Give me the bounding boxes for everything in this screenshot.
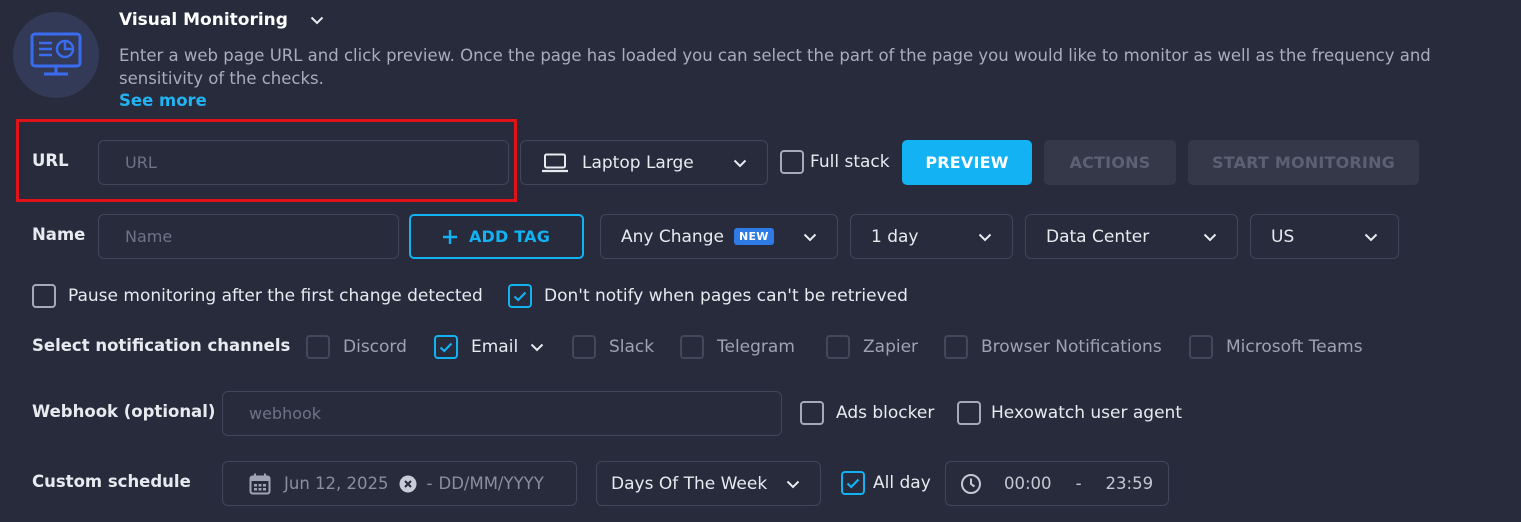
check-icon <box>513 291 527 302</box>
source-select[interactable]: Data Center <box>1025 214 1238 259</box>
chevron-down-icon <box>1364 227 1378 247</box>
clear-date-icon[interactable] <box>399 475 417 493</box>
actions-button[interactable]: ACTIONS <box>1044 140 1176 185</box>
page-title: Visual Monitoring <box>119 10 288 30</box>
full-stack-checkbox-box[interactable] <box>780 150 804 174</box>
channel-microsoft-teams-label: Microsoft Teams <box>1226 337 1363 357</box>
custom-schedule-label: Custom schedule <box>32 472 191 491</box>
channel-browser-notifications-checkbox[interactable] <box>944 335 968 359</box>
region-value: US <box>1271 226 1295 247</box>
channel-browser-notifications[interactable]: Browser Notifications <box>944 335 1162 359</box>
name-label: Name <box>32 225 86 244</box>
time-separator: - <box>1075 474 1082 493</box>
check-icon <box>846 478 860 489</box>
date-range-picker[interactable]: Jun 12, 2025 - DD/MM/YYYY <box>222 461 577 506</box>
days-mode-value: Days Of The Week <box>611 473 768 494</box>
full-stack-checkbox[interactable]: Full stack <box>780 150 890 174</box>
user-agent-label: Hexowatch user agent <box>991 403 1182 423</box>
visual-monitoring-logo <box>13 12 99 98</box>
chevron-down-icon[interactable] <box>530 343 544 352</box>
full-stack-label: Full stack <box>810 152 890 172</box>
preview-button[interactable]: PREVIEW <box>902 140 1032 185</box>
dont-notify-checkbox[interactable] <box>508 284 532 308</box>
start-monitoring-button[interactable]: START MONITORING <box>1188 140 1419 185</box>
channel-slack[interactable]: Slack <box>572 335 654 359</box>
start-date-value[interactable]: Jun 12, 2025 <box>284 474 389 493</box>
check-icon <box>439 342 453 353</box>
chevron-down-icon <box>733 153 747 173</box>
ads-blocker-checkbox[interactable] <box>800 401 824 425</box>
channel-email-label: Email <box>471 337 519 357</box>
channel-zapier-checkbox[interactable] <box>826 335 850 359</box>
ads-blocker-label: Ads blocker <box>836 403 935 423</box>
channel-discord-label: Discord <box>343 337 407 357</box>
time-range-picker[interactable]: 00:00 - 23:59 <box>945 461 1169 506</box>
monitor-chart-icon <box>30 32 82 76</box>
all-day-label: All day <box>873 473 931 493</box>
source-value: Data Center <box>1046 226 1150 247</box>
plus-icon <box>442 229 457 244</box>
clock-icon <box>960 473 982 495</box>
channel-zapier-label: Zapier <box>863 337 919 357</box>
device-value: Laptop Large <box>582 152 694 173</box>
change-type-value: Any Change <box>621 226 724 247</box>
tool-selector[interactable]: Visual Monitoring <box>119 9 324 31</box>
days-mode-select[interactable]: Days Of The Week <box>596 461 821 506</box>
date-separator: - <box>426 474 433 493</box>
channel-microsoft-teams[interactable]: Microsoft Teams <box>1189 335 1363 359</box>
page-description: Enter a web page URL and click preview. … <box>119 46 1431 88</box>
channel-telegram[interactable]: Telegram <box>680 335 795 359</box>
webhook-input[interactable] <box>222 391 782 436</box>
dont-notify-label: Don't notify when pages can't be retriev… <box>544 286 908 306</box>
time-start-value[interactable]: 00:00 <box>1004 474 1052 493</box>
new-badge: NEW <box>733 228 774 245</box>
channel-discord-checkbox[interactable] <box>306 335 330 359</box>
user-agent-option[interactable]: Hexowatch user agent <box>957 401 1182 425</box>
laptop-icon <box>541 153 569 173</box>
pause-monitoring-label: Pause monitoring after the first change … <box>68 286 483 306</box>
name-input[interactable] <box>98 214 399 259</box>
calendar-icon <box>249 473 271 495</box>
change-type-select[interactable]: Any Change NEW <box>600 214 838 259</box>
frequency-value: 1 day <box>871 226 919 247</box>
chevron-down-icon <box>978 227 992 247</box>
channel-discord[interactable]: Discord <box>306 335 407 359</box>
end-date-placeholder[interactable]: DD/MM/YYYY <box>438 474 543 493</box>
region-select[interactable]: US <box>1250 214 1399 259</box>
pause-monitoring-checkbox[interactable] <box>32 284 56 308</box>
webhook-label: Webhook (optional) <box>32 402 216 421</box>
all-day-option[interactable]: All day <box>841 471 931 495</box>
all-day-checkbox[interactable] <box>841 471 865 495</box>
add-tag-button[interactable]: ADD TAG <box>409 214 584 259</box>
chevron-down-icon <box>803 227 817 247</box>
time-end-value[interactable]: 23:59 <box>1106 474 1154 493</box>
ads-blocker-option[interactable]: Ads blocker <box>800 401 934 425</box>
channel-slack-label: Slack <box>609 337 655 357</box>
channel-telegram-checkbox[interactable] <box>680 335 704 359</box>
chevron-down-icon <box>1203 227 1217 247</box>
channel-browser-notifications-label: Browser Notifications <box>981 337 1162 357</box>
channel-email-checkbox[interactable] <box>434 335 458 359</box>
device-select[interactable]: Laptop Large <box>520 140 768 185</box>
see-more-link[interactable]: See more <box>119 91 207 110</box>
channel-zapier[interactable]: Zapier <box>826 335 918 359</box>
channel-microsoft-teams-checkbox[interactable] <box>1189 335 1213 359</box>
notification-channels-label: Select notification channels <box>32 336 291 355</box>
user-agent-checkbox[interactable] <box>957 401 981 425</box>
dont-notify-option[interactable]: Don't notify when pages can't be retriev… <box>508 284 908 308</box>
url-highlight-box <box>16 119 517 202</box>
channel-telegram-label: Telegram <box>717 337 795 357</box>
channel-slack-checkbox[interactable] <box>572 335 596 359</box>
chevron-down-icon <box>786 474 800 494</box>
pause-monitoring-option[interactable]: Pause monitoring after the first change … <box>32 284 483 308</box>
add-tag-label: ADD TAG <box>468 227 551 246</box>
frequency-select[interactable]: 1 day <box>850 214 1013 259</box>
channel-email[interactable]: Email <box>434 335 544 359</box>
chevron-down-icon <box>310 10 324 30</box>
